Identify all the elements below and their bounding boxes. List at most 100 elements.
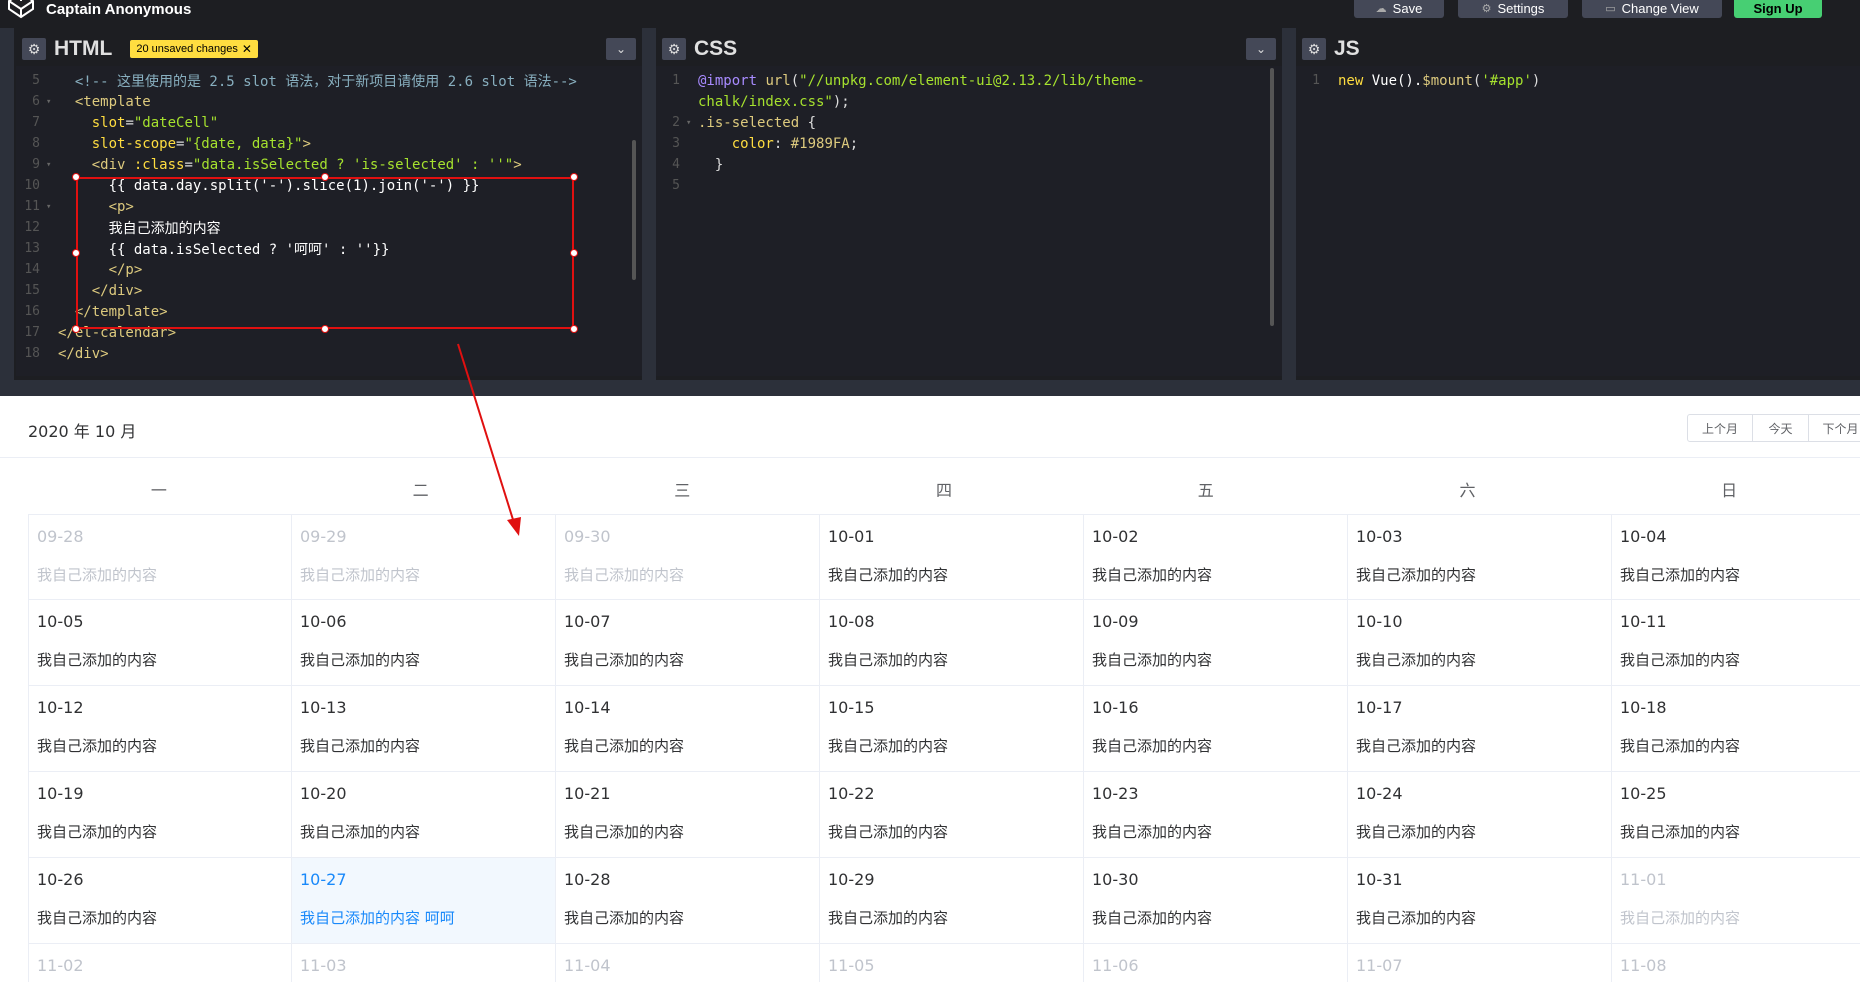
js-code-editor[interactable]: 1 new Vue().$mount('#app') bbox=[1296, 66, 1860, 376]
code-line[interactable]: 6 ▾ <template bbox=[16, 91, 151, 112]
calendar-day-cell[interactable]: 10-12 我自己添加的内容 bbox=[28, 686, 292, 772]
code-line[interactable]: 3 color: #1989FA; bbox=[656, 133, 858, 154]
calendar-day-cell[interactable]: 11-01 我自己添加的内容 bbox=[1612, 858, 1860, 944]
calendar-day-cell[interactable]: 10-22 我自己添加的内容 bbox=[820, 772, 1084, 858]
calendar-day-cell[interactable]: 11-04我自己添加的内容 bbox=[556, 944, 820, 982]
calendar-day-cell[interactable]: 10-01 我自己添加的内容 bbox=[820, 514, 1084, 600]
calendar-day-cell[interactable]: 10-06 我自己添加的内容 bbox=[292, 600, 556, 686]
calendar-day-cell[interactable]: 10-13 我自己添加的内容 bbox=[292, 686, 556, 772]
calendar-day-cell[interactable]: 10-23 我自己添加的内容 bbox=[1084, 772, 1348, 858]
calendar-day-cell[interactable]: 11-06我自己添加的内容 bbox=[1084, 944, 1348, 982]
day-number: 10-24 bbox=[1356, 784, 1403, 803]
pane-resizer[interactable] bbox=[1282, 28, 1296, 380]
calendar-day-cell[interactable]: 10-26 我自己添加的内容 bbox=[28, 858, 292, 944]
calendar-day-cell[interactable]: 11-07我自己添加的内容 bbox=[1348, 944, 1612, 982]
calendar-grid: 09-28 我自己添加的内容 09-29 我自己添加的内容 09-30 我自己添加的内容 1… bbox=[28, 514, 1860, 982]
code-line[interactable]: 5 <!-- 这里使用的是 2.5 slot 语法，对于新项目请使用 2.6 s… bbox=[16, 70, 577, 91]
calendar-day-cell[interactable]: 11-03我自己添加的内容 bbox=[292, 944, 556, 982]
calendar-day-cell[interactable]: 10-11 我自己添加的内容 bbox=[1612, 600, 1860, 686]
js-pane: ⚙ JS 1 new Vue().$mount('#app') bbox=[1296, 28, 1860, 380]
today-button[interactable]: 今天 bbox=[1753, 414, 1809, 442]
css-pane: ⚙ CSS ⌄ 1 @import url("//unpkg.com/elemen… bbox=[656, 28, 1282, 380]
code-line[interactable]: 1 @import url("//unpkg.com/element-ui@2.1… bbox=[656, 70, 1145, 91]
calendar-day-cell[interactable]: 10-03 我自己添加的内容 bbox=[1348, 514, 1612, 600]
weekday-label: 二 bbox=[412, 481, 429, 500]
fold-arrow-icon[interactable]: ▾ bbox=[686, 118, 698, 128]
line-number: 17 bbox=[24, 325, 40, 340]
calendar-day-cell[interactable]: 10-24 我自己添加的内容 bbox=[1348, 772, 1612, 858]
calendar-day-cell[interactable]: 10-28 我自己添加的内容 bbox=[556, 858, 820, 944]
calendar-day-cell[interactable]: 10-04 我自己添加的内容 bbox=[1612, 514, 1860, 600]
settings-button[interactable]: ⚙ Settings bbox=[1458, 0, 1568, 18]
calendar-day-cell[interactable]: 10-02 我自己添加的内容 bbox=[1084, 514, 1348, 600]
code-line[interactable]: 7 slot="dateCell" bbox=[16, 112, 218, 133]
code-line[interactable]: chalk/index.css"); bbox=[656, 91, 850, 112]
calendar-day-cell[interactable]: 10-08 我自己添加的内容 bbox=[820, 600, 1084, 686]
next-month-button[interactable]: 下个月 bbox=[1809, 414, 1860, 442]
css-editor-scrollbar[interactable] bbox=[1270, 68, 1274, 326]
calendar-day-cell[interactable]: 10-18 我自己添加的内容 bbox=[1612, 686, 1860, 772]
calendar-day-cell[interactable]: 10-14 我自己添加的内容 bbox=[556, 686, 820, 772]
day-content: 我自己添加的内容 bbox=[1092, 737, 1213, 755]
code-text: } bbox=[714, 156, 724, 173]
save-button[interactable]: ☁ Save bbox=[1354, 0, 1444, 18]
user-name[interactable]: Captain Anonymous bbox=[46, 1, 191, 18]
calendar-day-cell[interactable]: 10-16 我自己添加的内容 bbox=[1084, 686, 1348, 772]
calendar-day-cell[interactable]: 10-31 我自己添加的内容 bbox=[1348, 858, 1612, 944]
gear-icon[interactable]: ⚙ bbox=[22, 38, 46, 60]
chevron-down-icon[interactable]: ⌄ bbox=[606, 38, 636, 60]
day-content: 我自己添加的内容 bbox=[1356, 566, 1477, 584]
calendar-day-cell[interactable]: 10-20 我自己添加的内容 bbox=[292, 772, 556, 858]
css-code-editor[interactable]: 1 @import url("//unpkg.com/element-ui@2.1… bbox=[656, 66, 1282, 376]
gear-icon[interactable]: ⚙ bbox=[1302, 38, 1326, 60]
calendar-day-cell[interactable]: 10-15 我自己添加的内容 bbox=[820, 686, 1084, 772]
fold-arrow-icon[interactable]: ▾ bbox=[46, 160, 58, 170]
prev-month-button[interactable]: 上个月 bbox=[1687, 414, 1753, 442]
code-line[interactable]: 18 </div> bbox=[16, 343, 108, 364]
calendar-day-cell[interactable]: 09-30 我自己添加的内容 bbox=[556, 514, 820, 600]
calendar-day-cell[interactable]: 11-05我自己添加的内容 bbox=[820, 944, 1084, 982]
calendar-day-cell[interactable]: 10-25 我自己添加的内容 bbox=[1612, 772, 1860, 858]
calendar-day-cell[interactable]: 10-30 我自己添加的内容 bbox=[1084, 858, 1348, 944]
resize-handle bbox=[72, 325, 80, 333]
calendar-day-cell[interactable]: 11-02我自己添加的内容 bbox=[28, 944, 292, 982]
calendar-day-cell[interactable]: 10-29 我自己添加的内容 bbox=[820, 858, 1084, 944]
code-text: chalk/index.css"); bbox=[698, 93, 850, 110]
code-line[interactable]: 5 bbox=[656, 175, 698, 196]
code-line[interactable]: 2 ▾ .is-selected { bbox=[656, 112, 816, 133]
gear-icon[interactable]: ⚙ bbox=[662, 38, 686, 60]
fold-arrow-icon[interactable]: ▾ bbox=[46, 97, 58, 107]
change-view-button[interactable]: ▭ Change View bbox=[1582, 0, 1722, 18]
preview-divider[interactable] bbox=[0, 380, 1860, 396]
fold-arrow-icon[interactable]: ▾ bbox=[46, 202, 58, 212]
calendar-day-cell[interactable]: 10-27 我自己添加的内容 呵呵 bbox=[292, 858, 556, 944]
code-line[interactable]: 4 } bbox=[656, 154, 723, 175]
pane-resizer[interactable] bbox=[0, 28, 14, 380]
code-line[interactable]: 9 ▾ <div :class="data.isSelected ? 'is-se… bbox=[16, 154, 521, 175]
html-editor-scrollbar[interactable] bbox=[632, 140, 636, 280]
calendar-day-cell[interactable]: 09-29 我自己添加的内容 bbox=[292, 514, 556, 600]
code-line[interactable]: 1 new Vue().$mount('#app') bbox=[1296, 70, 1540, 91]
day-number: 11-07 bbox=[1356, 956, 1403, 975]
line-number: 3 bbox=[672, 136, 680, 151]
calendar-day-cell[interactable]: 10-17 我自己添加的内容 bbox=[1348, 686, 1612, 772]
calendar-day-cell[interactable]: 10-19 我自己添加的内容 bbox=[28, 772, 292, 858]
day-number: 11-04 bbox=[564, 956, 611, 975]
resize-handle bbox=[72, 249, 80, 257]
calendar-day-cell[interactable]: 10-07 我自己添加的内容 bbox=[556, 600, 820, 686]
day-number: 10-05 bbox=[37, 612, 84, 631]
calendar-day-cell[interactable]: 11-08我自己添加的内容 bbox=[1612, 944, 1860, 982]
calendar-day-cell[interactable]: 10-05 我自己添加的内容 bbox=[28, 600, 292, 686]
pane-resizer[interactable] bbox=[642, 28, 656, 380]
unsaved-changes-badge[interactable]: 20 unsaved changes ✕ bbox=[130, 40, 258, 58]
calendar-title: 2020 年 10 月 bbox=[28, 422, 137, 441]
calendar-day-cell[interactable]: 10-09 我自己添加的内容 bbox=[1084, 600, 1348, 686]
close-icon[interactable]: ✕ bbox=[242, 42, 252, 56]
calendar-day-cell[interactable]: 09-28 我自己添加的内容 bbox=[28, 514, 292, 600]
calendar-day-cell[interactable]: 10-10 我自己添加的内容 bbox=[1348, 600, 1612, 686]
calendar-day-cell[interactable]: 10-21 我自己添加的内容 bbox=[556, 772, 820, 858]
signup-button[interactable]: Sign Up bbox=[1734, 0, 1822, 18]
chevron-down-icon[interactable]: ⌄ bbox=[1246, 38, 1276, 60]
code-line[interactable]: 8 slot-scope="{date, data}"> bbox=[16, 133, 311, 154]
day-content: 我自己添加的内容 bbox=[1092, 909, 1213, 927]
